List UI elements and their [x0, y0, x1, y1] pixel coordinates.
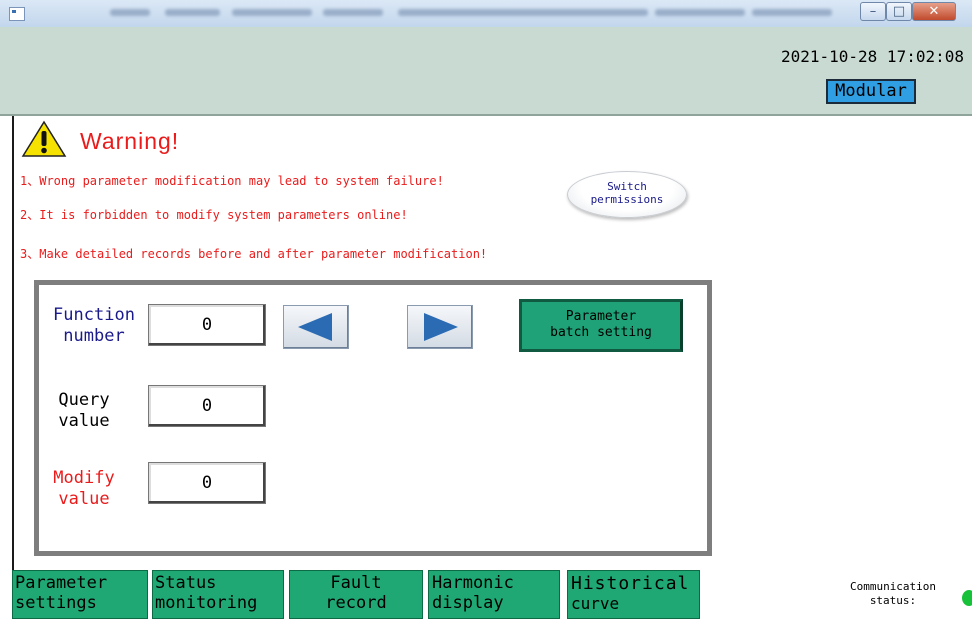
function-number-label-2: number: [63, 326, 125, 346]
query-value-label-2: value: [58, 411, 110, 431]
nav-label: monitoring: [155, 593, 258, 613]
switch-permissions-button[interactable]: Switch permissions: [567, 171, 687, 218]
warning-line-1: 1、Wrong parameter modification may lead …: [20, 174, 444, 188]
comm-label-1: Communication: [849, 580, 937, 593]
query-value-label: Query value: [40, 390, 128, 432]
title-blur: [398, 9, 648, 16]
minimize-button[interactable]: –: [860, 2, 886, 21]
warning-title: Warning!: [80, 128, 180, 154]
communication-status-label: Communication status:: [818, 580, 968, 608]
left-arrow-icon: [298, 313, 332, 341]
warning-icon: [21, 120, 67, 157]
modify-value-label: Modify value: [40, 468, 128, 510]
warning-line-3: 3、Make detailed records before and after…: [20, 247, 488, 261]
nav-parameter-settings[interactable]: Parameter settings: [12, 570, 148, 619]
nav-status-monitoring[interactable]: Status monitoring: [152, 570, 284, 619]
title-blur: [110, 9, 150, 16]
next-button[interactable]: [407, 305, 473, 349]
status-led-icon: [962, 590, 972, 606]
comm-label-2: status:: [869, 594, 917, 607]
modular-button[interactable]: Modular: [826, 79, 916, 104]
nav-label: settings: [15, 593, 97, 613]
title-blur: [165, 9, 220, 16]
title-blur: [752, 9, 832, 16]
switch-permissions-label-2: permissions: [590, 193, 664, 206]
modify-value-label-2: value: [58, 489, 110, 509]
query-value-label-1: Query: [58, 390, 110, 410]
batch-label-1: Parameter: [565, 309, 637, 324]
title-blur: [655, 9, 745, 16]
nav-label: record: [325, 593, 387, 613]
parameter-batch-setting-button[interactable]: Parameter batch setting: [519, 299, 683, 352]
nav-harmonic-display[interactable]: Harmonic display: [428, 570, 560, 619]
datetime-display: 2021-10-28 17:02:08: [780, 47, 964, 66]
maximize-button[interactable]: □: [886, 2, 912, 21]
switch-permissions-label-1: Switch: [607, 180, 647, 193]
nav-label: Harmonic: [432, 573, 514, 593]
title-blur: [232, 9, 312, 16]
nav-label: Status: [155, 573, 217, 593]
function-number-field[interactable]: 0: [148, 304, 266, 346]
nav-label: Historical: [571, 573, 690, 594]
previous-button[interactable]: [283, 305, 349, 349]
app-icon: [9, 7, 25, 21]
close-button[interactable]: ✕: [912, 2, 956, 21]
nav-label: Parameter: [15, 573, 108, 593]
window-titlebar: – □ ✕: [0, 0, 972, 27]
batch-label-2: batch setting: [550, 325, 652, 340]
nav-historical-curve[interactable]: Historical curve: [567, 570, 700, 619]
warning-line-2: 2、It is forbidden to modify system param…: [20, 208, 408, 222]
function-number-label-1: Function: [53, 305, 135, 325]
title-blur: [323, 9, 383, 16]
query-value-field: 0: [148, 385, 266, 427]
nav-fault-record[interactable]: Fault record: [289, 570, 423, 619]
modify-value-label-1: Modify: [53, 468, 115, 488]
nav-label: Fault: [330, 573, 382, 593]
nav-label: display: [432, 593, 504, 613]
function-number-label: Function number: [40, 305, 148, 347]
right-arrow-icon: [424, 313, 458, 341]
modify-value-field[interactable]: 0: [148, 462, 266, 504]
nav-label: curve: [571, 594, 620, 613]
